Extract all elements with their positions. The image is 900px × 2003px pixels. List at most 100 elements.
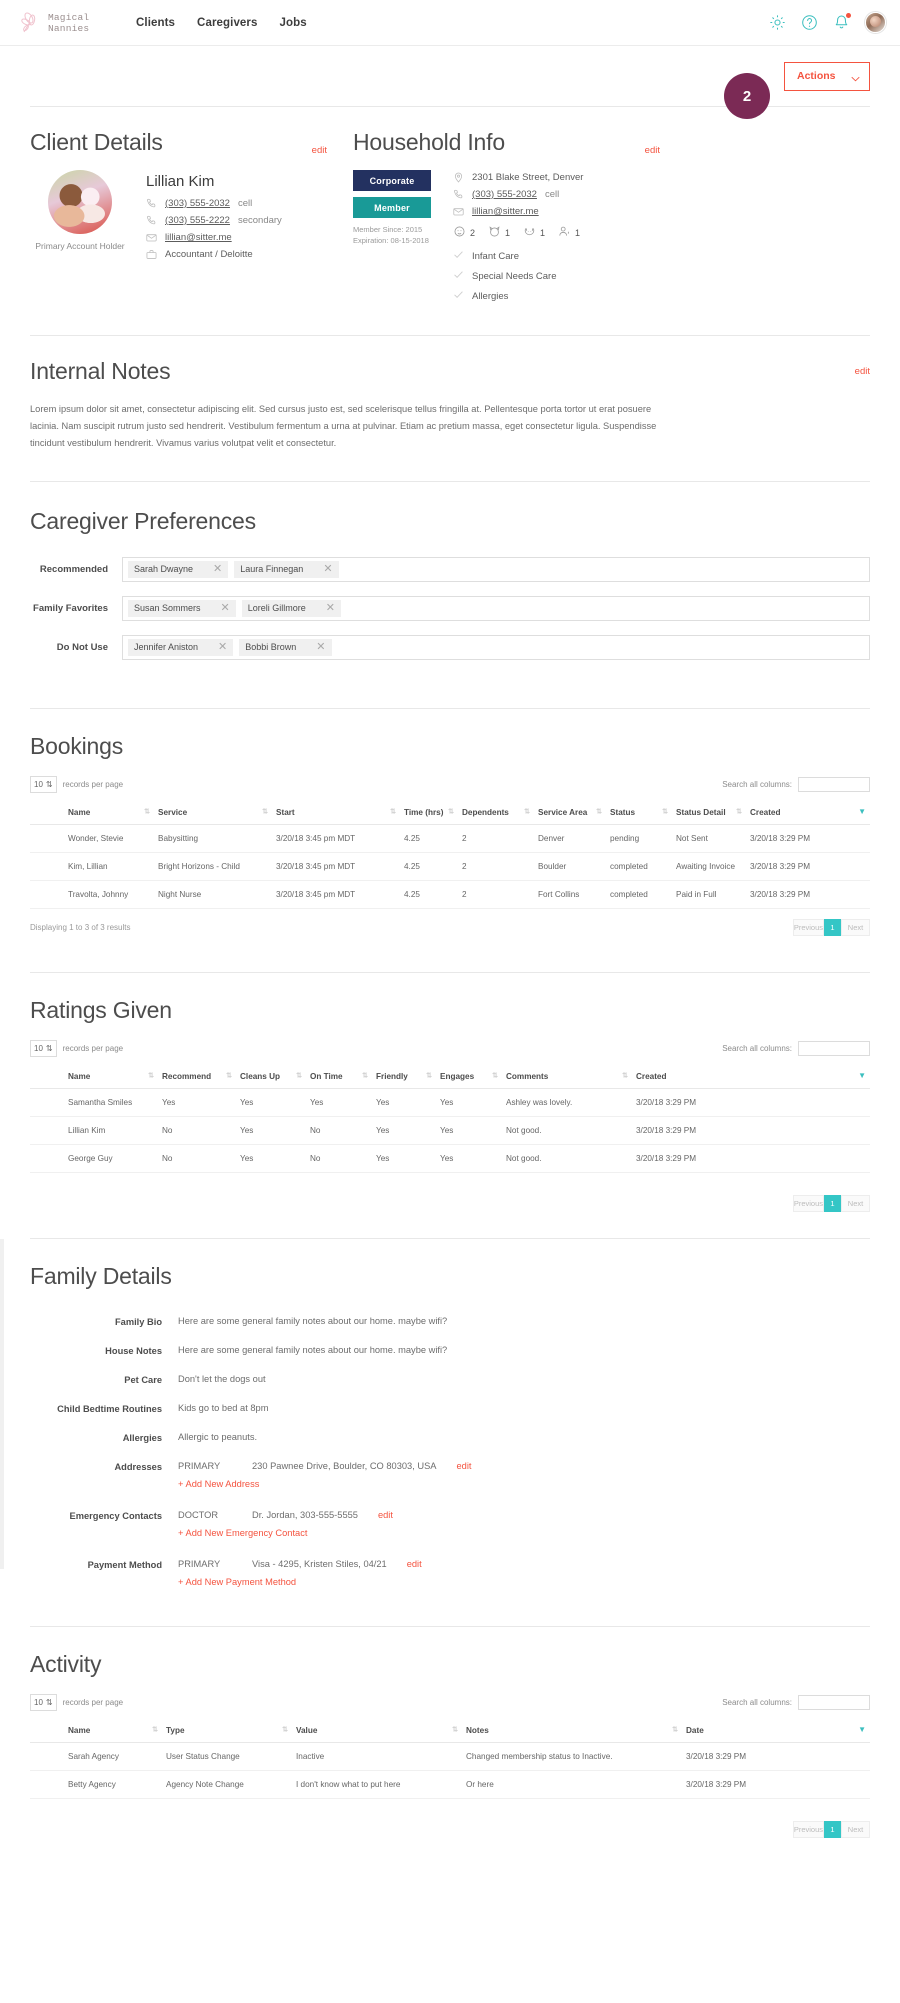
pref-field-recommended[interactable]: Sarah Dwayne ✕ Laura Finnegan ✕ xyxy=(122,556,870,582)
client-email[interactable]: lillian@sitter.me xyxy=(165,232,232,243)
nav-link-clients[interactable]: Clients xyxy=(136,17,175,29)
chip[interactable]: Susan Sommers ✕ xyxy=(128,599,236,617)
activity-records-per-page-label: records per page xyxy=(62,1697,124,1707)
add-new-address-link[interactable]: + Add New Address xyxy=(178,1479,259,1489)
pager-previous[interactable]: Previous xyxy=(792,1820,824,1838)
activity-search-input[interactable] xyxy=(798,1694,870,1710)
nav-link-jobs[interactable]: Jobs xyxy=(280,17,307,29)
ratings-search-input[interactable] xyxy=(798,1040,870,1056)
ratings-col-friendly[interactable]: Friendly ⇅ xyxy=(372,1064,436,1089)
pref-field-do-not-use[interactable]: Jennifer Aniston ✕ Bobbi Brown ✕ xyxy=(122,634,870,660)
emergency-edit-link[interactable]: edit xyxy=(378,1510,393,1520)
bookings-records-per-page-select[interactable]: 10 ⇅ xyxy=(30,775,57,793)
pref-label-recommended: Recommended xyxy=(39,563,108,575)
activity-records-per-page-select[interactable]: 10 ⇅ xyxy=(30,1693,57,1711)
booking-name: Wonder, Stevie xyxy=(64,824,154,853)
add-new-emergency-contact-link[interactable]: + Add New Emergency Contact xyxy=(178,1528,307,1538)
pager-previous[interactable]: Previous xyxy=(792,918,824,936)
bell-icon[interactable] xyxy=(833,13,851,31)
pref-label-do-not-use: Do Not Use xyxy=(56,641,108,653)
close-icon[interactable]: ✕ xyxy=(326,602,335,614)
care-item-special-needs-label: Special Needs Care xyxy=(472,270,557,282)
bookings-col-created[interactable]: Created ▼ xyxy=(746,800,870,825)
ratings-records-per-page-select[interactable]: 10 ⇅ xyxy=(30,1039,57,1057)
table-row[interactable]: Lillian Kim No Yes No Yes Yes Not good. … xyxy=(30,1116,870,1145)
sort-icon: ⇅ xyxy=(148,1072,154,1080)
payment-edit-link[interactable]: edit xyxy=(407,1559,422,1569)
brand-logo[interactable]: Magical Nannies xyxy=(18,10,128,36)
chevron-updown-icon: ⇅ xyxy=(45,1043,53,1053)
table-row[interactable]: Wonder, Stevie Babysitting 3/20/18 3:45 … xyxy=(30,824,870,853)
booking-start: 3/20/18 3:45 pm MDT xyxy=(272,852,400,881)
table-row[interactable]: Travolta, Johnny Night Nurse 3/20/18 3:4… xyxy=(30,880,870,909)
add-new-payment-method-link[interactable]: + Add New Payment Method xyxy=(178,1577,296,1587)
close-icon[interactable]: ✕ xyxy=(213,563,222,575)
ratings-col-cleans-up[interactable]: Cleans Up ⇅ xyxy=(236,1064,306,1089)
household-edit-link[interactable]: edit xyxy=(645,145,660,156)
ratings-pager: Previous 1 Next xyxy=(792,1194,870,1212)
gear-icon[interactable] xyxy=(769,14,786,31)
close-icon[interactable]: ✕ xyxy=(221,602,230,614)
ratings-col-comments[interactable]: Comments ⇅ xyxy=(502,1064,632,1089)
bookings-search-input[interactable] xyxy=(798,776,870,792)
activity-col-name[interactable]: Name ⇅ xyxy=(64,1718,162,1743)
activity-col-notes[interactable]: Notes ⇅ xyxy=(462,1718,682,1743)
household-email[interactable]: lillian@sitter.me xyxy=(472,206,539,217)
household-phone[interactable]: (303) 555-2032 xyxy=(472,189,537,200)
bookings-col-time[interactable]: Time (hrs) ⇅ xyxy=(400,800,458,825)
client-details-edit-link[interactable]: edit xyxy=(312,145,327,156)
chip[interactable]: Laura Finnegan ✕ xyxy=(234,560,339,578)
pager-page-1[interactable]: 1 xyxy=(824,918,841,936)
pager-page-1[interactable]: 1 xyxy=(824,1194,841,1212)
pager-next[interactable]: Next xyxy=(841,918,870,936)
activity-col-date[interactable]: Date ▼ xyxy=(682,1718,870,1743)
bookings-col-dependents[interactable]: Dependents ⇅ xyxy=(458,800,534,825)
pager-page-1[interactable]: 1 xyxy=(824,1820,841,1838)
bookings-col-status-detail[interactable]: Status Detail ⇅ xyxy=(672,800,746,825)
pref-field-family-favorites[interactable]: Susan Sommers ✕ Loreli Gillmore ✕ xyxy=(122,595,870,621)
help-icon[interactable] xyxy=(801,14,818,31)
activity-col-value[interactable]: Value ⇅ xyxy=(292,1718,462,1743)
pager-next[interactable]: Next xyxy=(841,1820,870,1838)
table-row[interactable]: George Guy No Yes No Yes Yes Not good. 3… xyxy=(30,1144,870,1173)
sort-icon: ⇅ xyxy=(390,808,396,816)
nav-link-caregivers[interactable]: Caregivers xyxy=(197,17,257,29)
pager-previous[interactable]: Previous xyxy=(792,1194,824,1212)
pager-next[interactable]: Next xyxy=(841,1194,870,1212)
bookings-col-service[interactable]: Service ⇅ xyxy=(154,800,272,825)
table-row[interactable]: Sarah Agency User Status Change Inactive… xyxy=(30,1742,870,1771)
ratings-col-engages[interactable]: Engages ⇅ xyxy=(436,1064,502,1089)
care-item-infant-label: Infant Care xyxy=(472,250,519,262)
bookings-col-start[interactable]: Start ⇅ xyxy=(272,800,400,825)
ratings-col-on-time[interactable]: On Time ⇅ xyxy=(306,1064,372,1089)
close-icon[interactable]: ✕ xyxy=(316,641,325,653)
table-row[interactable]: Betty Agency Agency Note Change I don't … xyxy=(30,1770,870,1799)
activity-search-label: Search all columns: xyxy=(722,1697,792,1707)
table-row[interactable]: Samantha Smiles Yes Yes Yes Yes Yes Ashl… xyxy=(30,1088,870,1117)
ratings-col-name[interactable]: Name ⇅ xyxy=(64,1064,158,1089)
close-icon[interactable]: ✕ xyxy=(218,641,227,653)
chip[interactable]: Jennifer Aniston ✕ xyxy=(128,638,234,656)
sort-desc-icon: ▼ xyxy=(858,1071,866,1081)
row-avatar-cell xyxy=(30,852,64,881)
table-row[interactable]: Kim, Lillian Bright Horizons - Child 3/2… xyxy=(30,852,870,881)
ratings-col-created[interactable]: Created ▼ xyxy=(632,1064,870,1089)
bookings-col-status[interactable]: Status ⇅ xyxy=(606,800,672,825)
bookings-col-service-area[interactable]: Service Area ⇅ xyxy=(534,800,606,825)
activity-col-type[interactable]: Type ⇅ xyxy=(162,1718,292,1743)
chip[interactable]: Sarah Dwayne ✕ xyxy=(128,560,229,578)
rating-engages: Yes xyxy=(436,1116,502,1145)
actions-button[interactable]: Actions xyxy=(784,61,870,91)
chip[interactable]: Loreli Gillmore ✕ xyxy=(241,599,341,617)
user-avatar[interactable] xyxy=(865,12,886,33)
bookings-col-name[interactable]: Name ⇅ xyxy=(64,800,154,825)
sort-icon: ⇅ xyxy=(662,808,668,816)
ratings-col-recommend[interactable]: Recommend ⇅ xyxy=(158,1064,236,1089)
address-edit-link[interactable]: edit xyxy=(457,1461,472,1471)
ratings-section: Ratings Given xyxy=(0,973,900,1024)
client-phone-primary[interactable]: (303) 555-2032 xyxy=(165,198,230,209)
chip[interactable]: Bobbi Brown ✕ xyxy=(239,638,332,656)
internal-notes-edit-link[interactable]: edit xyxy=(855,366,870,377)
close-icon[interactable]: ✕ xyxy=(323,563,332,575)
client-phone-secondary[interactable]: (303) 555-2222 xyxy=(165,215,230,226)
